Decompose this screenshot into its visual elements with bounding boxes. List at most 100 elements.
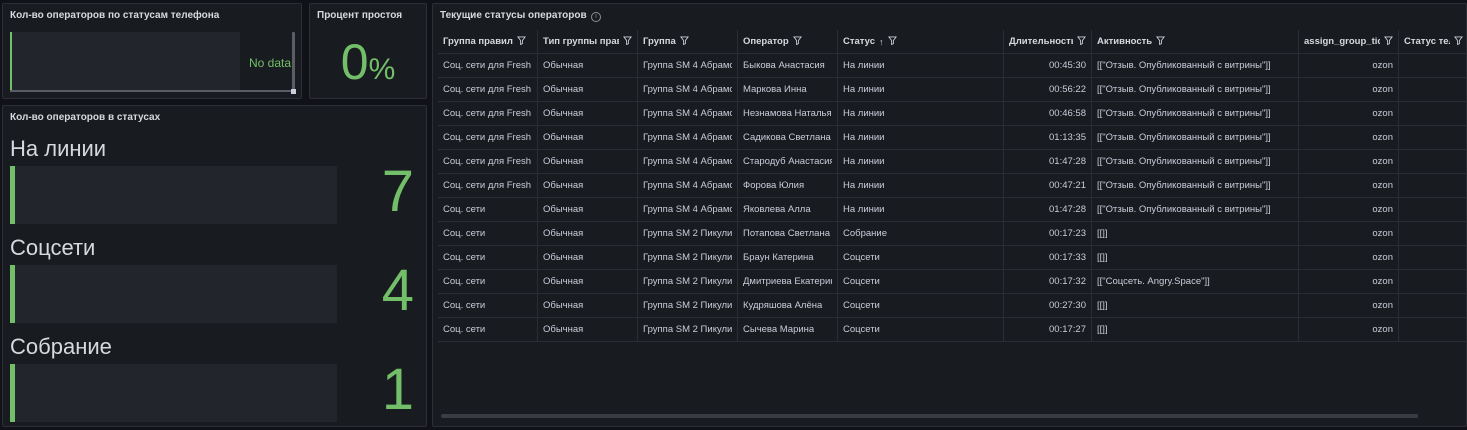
cell-value: Обычная [543, 252, 584, 263]
table-row[interactable]: Соц. сети Обычная Группа SM 4 Абрамс Яковле… [438, 198, 1466, 222]
cell-value: Кудряшова Алёна [743, 300, 823, 311]
table-cell: 00:17:32 [1004, 270, 1092, 293]
cell-value: [["Отзыв. Опубликованный с витрины"]] [1097, 204, 1271, 215]
table-cell: ozon [1299, 198, 1399, 221]
filter-icon[interactable] [623, 35, 632, 48]
status-bar-fill [10, 265, 15, 323]
column-header[interactable]: Активность [1092, 30, 1299, 53]
column-header[interactable]: Группа [638, 30, 738, 53]
table-cell: 00:56:22 [1004, 78, 1092, 101]
operators-in-status-panel: Кол-во операторов в статусах На линии 7 … [2, 105, 427, 427]
table-cell: Маркова Инна [738, 78, 838, 101]
table-cell: Дмитриева Екатерина [738, 270, 838, 293]
column-header[interactable]: Оператор [738, 30, 838, 53]
cell-value: [["Отзыв. Опубликованный с витрины"]] [1097, 180, 1271, 191]
table-cell: Кудряшова Алёна [738, 294, 838, 317]
table-cell: ozon [1299, 102, 1399, 125]
table-cell [1399, 174, 1466, 197]
column-header-label: Активность [1097, 36, 1153, 47]
cell-value: ozon [1372, 180, 1393, 191]
table-cell [1399, 78, 1466, 101]
horizontal-scrollbar[interactable] [10, 90, 291, 92]
sort-ascending-icon[interactable]: ↑ [879, 37, 884, 47]
panel-title[interactable]: Кол-во операторов в статусах [10, 112, 160, 123]
table-cell: Соцсети [838, 294, 1004, 317]
column-header[interactable]: Длительность [1004, 30, 1092, 53]
info-icon[interactable]: i [591, 12, 601, 22]
panel-title[interactable]: Кол-во операторов по статусам телефона [10, 10, 219, 21]
filter-icon[interactable] [792, 35, 802, 48]
cell-value: На линии [843, 60, 885, 71]
table-cell: Обычная [538, 78, 638, 101]
cell-value: Обычная [543, 60, 584, 71]
horizontal-scrollbar[interactable] [441, 414, 1418, 418]
table-row[interactable]: Соц. сети для Fresh Обычная Группа SM 4 Аб… [438, 126, 1466, 150]
table-row[interactable]: Соц. сети Обычная Группа SM 2 Пикули Кудряш… [438, 294, 1466, 318]
table-cell: 00:47:21 [1004, 174, 1092, 197]
table-cell: Обычная [538, 198, 638, 221]
resize-handle[interactable] [291, 89, 296, 94]
table-cell: На линии [838, 78, 1004, 101]
table-cell [1399, 318, 1466, 341]
panel-title[interactable]: Текущие статусы операторов [440, 10, 587, 21]
filter-icon[interactable] [1156, 35, 1166, 48]
table-cell: Обычная [538, 246, 638, 269]
table-cell: [[]] [1092, 246, 1299, 269]
vertical-scrollbar[interactable] [292, 32, 295, 92]
cell-value: 00:17:27 [1049, 324, 1086, 335]
cell-value: 00:17:23 [1049, 228, 1086, 239]
filter-icon[interactable] [1454, 35, 1463, 48]
cell-value: На линии [843, 156, 885, 167]
table-cell [1399, 150, 1466, 173]
panel-title[interactable]: Процент простоя [317, 10, 402, 21]
table-row[interactable]: Соц. сети Обычная Группа SM 2 Пикули Браун … [438, 246, 1466, 270]
table-cell: Браун Катерина [738, 246, 838, 269]
cell-value: Незнамова Наталья [743, 108, 832, 119]
table-row[interactable]: Соц. сети Обычная Группа SM 2 Пикули Дмитри… [438, 270, 1466, 294]
table-row[interactable]: Соц. сети Обычная Группа SM 2 Пикули Потапо… [438, 222, 1466, 246]
table-cell: Соц. сети для Fresh [438, 54, 538, 77]
cell-value: [[]] [1097, 228, 1108, 239]
cell-value: Обычная [543, 132, 584, 143]
cell-value: Соцсети [843, 300, 880, 311]
table-cell [1399, 198, 1466, 221]
cell-value: 00:56:22 [1049, 84, 1086, 95]
table-row[interactable]: Соц. сети для Fresh Обычная Группа SM 4 Аб… [438, 102, 1466, 126]
cell-value: 00:27:30 [1049, 300, 1086, 311]
filter-icon[interactable] [679, 35, 689, 48]
status-gauge-row: Собрание 1 [3, 334, 426, 426]
column-header[interactable]: Группа правил [438, 30, 538, 53]
cell-value: ozon [1372, 252, 1393, 263]
cell-value: Быкова Анастасия [743, 60, 825, 71]
column-header[interactable]: Тип группы прав [538, 30, 638, 53]
table-row[interactable]: Соц. сети для Fresh Обычная Группа SM 4 Аб… [438, 78, 1466, 102]
filter-icon[interactable] [1077, 35, 1086, 48]
table-cell: [[]] [1092, 294, 1299, 317]
table-cell [1399, 222, 1466, 245]
cell-value: Браун Катерина [743, 252, 814, 263]
column-header[interactable]: assign_group_ticl [1299, 30, 1399, 53]
table-cell: Форова Юлия [738, 174, 838, 197]
table-row[interactable]: Соц. сети для Fresh Обычная Группа SM 4 Аб… [438, 54, 1466, 78]
cell-value: ozon [1372, 132, 1393, 143]
filter-icon[interactable] [887, 35, 897, 48]
status-gauge-row: Соцсети 4 [3, 235, 426, 331]
filter-icon[interactable] [1384, 35, 1393, 48]
column-header[interactable]: Статус ↑ [838, 30, 1004, 53]
cell-value: 01:47:28 [1049, 156, 1086, 167]
cell-value: Соц. сети [443, 204, 486, 215]
column-header[interactable]: Статус теле [1399, 30, 1466, 53]
table-row[interactable]: Соц. сети для Fresh Обычная Группа SM 4 Аб… [438, 174, 1466, 198]
cell-value: ozon [1372, 108, 1393, 119]
table-cell: [["Отзыв. Опубликованный с витрины"]] [1092, 198, 1299, 221]
table-cell: [[]] [1092, 222, 1299, 245]
table-row[interactable]: Соц. сети Обычная Группа SM 2 Пикули Сычева… [438, 318, 1466, 342]
status-bar [10, 166, 337, 224]
cell-value: Соц. сети для Fresh [443, 132, 532, 143]
no-data-label: No data [248, 56, 291, 70]
table-row[interactable]: Соц. сети для Fresh Обычная Группа SM 4 Аб… [438, 150, 1466, 174]
cell-value: Садикова Светлана [743, 132, 831, 143]
cell-value: Обычная [543, 228, 584, 239]
cell-value: 00:46:58 [1049, 108, 1086, 119]
filter-icon[interactable] [516, 35, 526, 48]
